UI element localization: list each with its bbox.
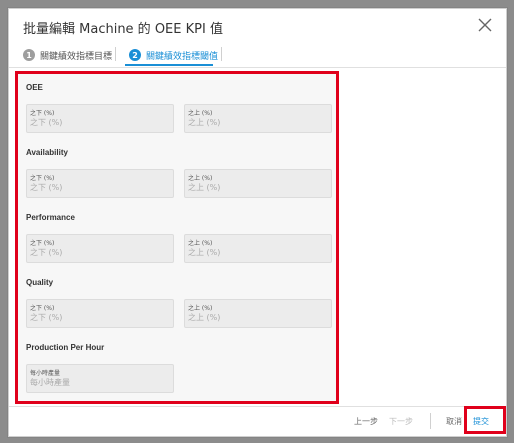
field-placeholder: 之上 (%) [188,248,221,257]
step-1[interactable]: 1 關鍵績效指標目標 [23,46,112,64]
step-separator [221,47,222,61]
field-placeholder: 之上 (%) [188,313,221,322]
field-label: 之下 (%) [30,305,55,312]
field-label: 之下 (%) [30,240,55,247]
field-label: 之上 (%) [188,110,213,117]
availability-above-input[interactable]: 之上 (%) 之上 (%) [184,169,332,198]
step-2-number: 2 [129,49,141,61]
step-2-label: 關鍵績效指標閾值 [146,51,219,62]
field-placeholder: 每小時產量 [30,378,70,387]
field-placeholder: 之下 (%) [30,118,63,127]
cancel-button[interactable]: 取消 [446,416,462,427]
thresholds-form: OEE 之下 (%) 之下 (%) 之上 (%) 之上 (%) Availabi… [15,71,339,404]
batch-edit-dialog: 批量編輯 Machine 的 OEE KPI 值 1 關鍵績效指標目標 2 關鍵… [8,8,507,437]
quality-below-input[interactable]: 之下 (%) 之下 (%) [26,299,174,328]
field-label: 之下 (%) [30,175,55,182]
field-placeholder: 之上 (%) [188,118,221,127]
field-label: 之下 (%) [30,110,55,117]
field-label: 之上 (%) [188,305,213,312]
section-title-availability: Availability [26,148,68,157]
performance-above-input[interactable]: 之上 (%) 之上 (%) [184,234,332,263]
oee-above-input[interactable]: 之上 (%) 之上 (%) [184,104,332,133]
dialog-header: 批量編輯 Machine 的 OEE KPI 值 [9,9,506,43]
field-label: 之上 (%) [188,240,213,247]
section-title-quality: Quality [26,278,54,287]
step-separator [115,47,116,61]
field-placeholder: 之上 (%) [188,183,221,192]
dialog-footer: 上一步 下一步 取消 提交 [9,406,506,437]
oee-below-input[interactable]: 之下 (%) 之下 (%) [26,104,174,133]
footer-separator [430,413,431,429]
section-title-performance: Performance [26,213,75,222]
prev-step-button[interactable]: 上一步 [354,416,378,427]
close-icon[interactable] [476,16,494,34]
field-label: 每小時產量 [30,370,61,377]
field-placeholder: 之下 (%) [30,183,63,192]
section-title-production-per-hour: Production Per Hour [26,343,105,352]
availability-below-input[interactable]: 之下 (%) 之下 (%) [26,169,174,198]
step-2[interactable]: 2 關鍵績效指標閾值 [129,46,218,64]
active-step-indicator [125,64,213,66]
field-placeholder: 之下 (%) [30,313,63,322]
step-1-number: 1 [23,49,35,61]
next-step-button[interactable]: 下一步 [389,416,413,427]
submit-highlight-box [464,406,506,434]
step-1-label: 關鍵績效指標目標 [40,51,113,62]
section-title-oee: OEE [26,83,43,92]
dialog-title: 批量編輯 Machine 的 OEE KPI 值 [23,22,223,37]
performance-below-input[interactable]: 之下 (%) 之下 (%) [26,234,174,263]
production-per-hour-input[interactable]: 每小時產量 每小時產量 [26,364,174,393]
field-label: 之上 (%) [188,175,213,182]
stepper: 1 關鍵績效指標目標 2 關鍵績效指標閾值 [9,43,506,68]
field-placeholder: 之下 (%) [30,248,63,257]
dialog-body: OEE 之下 (%) 之下 (%) 之上 (%) 之上 (%) Availabi… [9,68,506,406]
quality-above-input[interactable]: 之上 (%) 之上 (%) [184,299,332,328]
